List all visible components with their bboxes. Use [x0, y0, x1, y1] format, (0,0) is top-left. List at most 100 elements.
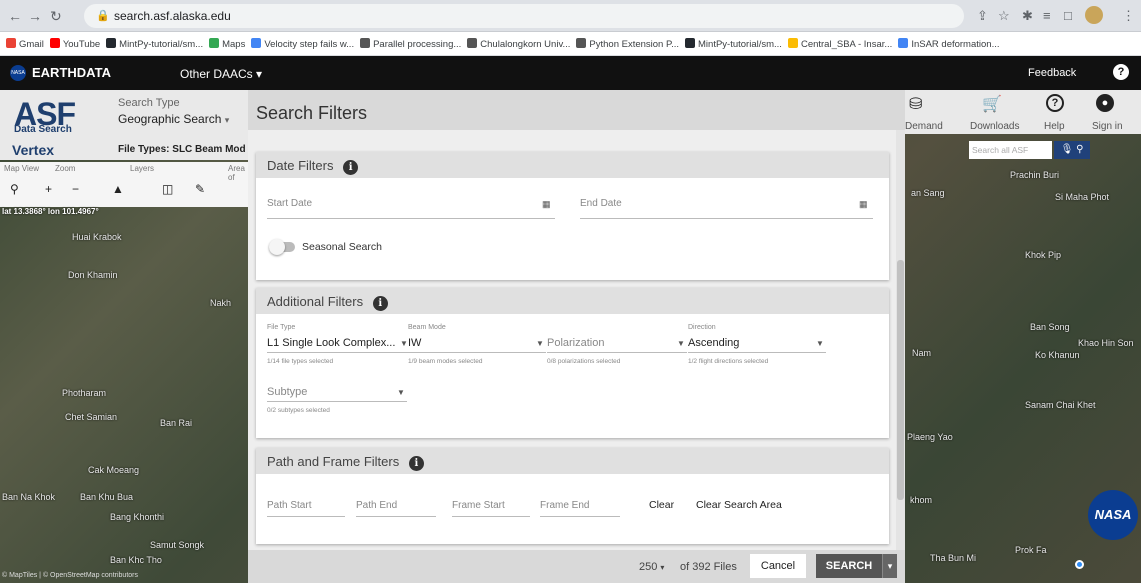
subtype-select[interactable]: Subtype	[267, 386, 307, 398]
profile-avatar[interactable]	[1085, 6, 1103, 24]
address-bar[interactable]: 🔒 search.asf.alaska.edu	[84, 4, 964, 28]
scrollbar-thumb[interactable]	[897, 260, 904, 500]
bookmark-label: YouTube	[62, 39, 101, 50]
polarization-hint: 0/8 polarizations selected	[547, 358, 621, 365]
beam-mode-select[interactable]: IW	[408, 337, 421, 349]
sign-in-label[interactable]: Sign in	[1092, 121, 1123, 132]
search-options-dropdown[interactable]: ▾	[882, 554, 897, 578]
bookmark-icon	[467, 38, 478, 48]
search-type-select[interactable]: Geographic Search ▾	[118, 112, 229, 126]
bookmark-item[interactable]: Python Extension P...	[576, 38, 679, 50]
end-calendar-icon[interactable]: ▦	[859, 199, 868, 210]
bookmark-item[interactable]: YouTube	[49, 38, 101, 50]
date-filters-header[interactable]: Date Filters i	[256, 152, 889, 178]
additional-filters-header[interactable]: Additional Filters i	[256, 288, 889, 314]
polarization-select[interactable]: Polarization	[547, 337, 604, 349]
zoom-in-icon[interactable]: +	[45, 182, 52, 196]
results-count: of 392 Files	[680, 561, 737, 573]
map-place-label: Sanam Chai Khet	[1025, 400, 1096, 410]
bookmark-item[interactable]: Gmail	[6, 38, 44, 50]
bookmark-label: Python Extension P...	[589, 39, 680, 50]
map-place-label: Khok Pip	[1025, 250, 1062, 260]
date-filters-panel: Date Filters i Start Date ▦ End Date ▦ S…	[256, 152, 889, 280]
earthdata-logo[interactable]: EARTHDATA	[32, 65, 111, 80]
help-label[interactable]: Help	[1044, 121, 1065, 132]
menu-icon[interactable]: ⋮	[1122, 8, 1135, 24]
direction-select[interactable]: Ascending	[688, 337, 739, 349]
bookmark-item[interactable]: Maps	[209, 38, 245, 50]
path-end-input[interactable]: Path End	[356, 500, 397, 511]
seasonal-toggle[interactable]	[269, 239, 295, 255]
clear-search-area-button[interactable]: Clear Search Area	[696, 499, 782, 511]
path-start-input[interactable]: Path Start	[267, 500, 311, 511]
map-place-label: Cak Moeang	[88, 465, 140, 475]
bookmark-label: MintPy-tutorial/sm...	[119, 39, 204, 50]
start-date-input[interactable]: Start Date	[267, 198, 312, 209]
on-demand-label[interactable]: Demand	[905, 121, 943, 132]
layers-grid-icon[interactable]: ◫	[162, 182, 173, 196]
extensions-icon[interactable]: ✱	[1022, 8, 1033, 24]
scrollbar-track[interactable]	[896, 130, 905, 550]
browser-toolbar: ← → ↻ 🔒 search.asf.alaska.edu ⇪ ☆ ✱ ≡ □ …	[0, 0, 1141, 32]
zoom-out-icon[interactable]: −	[72, 182, 79, 196]
info-icon[interactable]: i	[372, 296, 388, 311]
url-text: search.asf.alaska.edu	[114, 9, 231, 23]
bookmark-item[interactable]: MintPy-tutorial/sm...	[685, 38, 782, 50]
subtype-hint: 0/2 subtypes selected	[267, 407, 330, 414]
tab-layout-icon[interactable]: □	[1064, 8, 1072, 23]
layers-label: Layers	[130, 164, 155, 173]
layers-terrain-icon[interactable]: ▲	[112, 182, 124, 196]
frame-end-input[interactable]: Frame End	[540, 500, 589, 511]
help-icon[interactable]: ?	[1113, 64, 1129, 80]
file-type-select[interactable]: L1 Single Look Complex...	[267, 337, 395, 349]
area-of-interest-label: Area of	[228, 164, 245, 182]
file-type-underline	[267, 352, 409, 353]
search-all-asf-button[interactable]: 🎙 ⚲	[1054, 141, 1090, 159]
vertex-logo: Vertex	[12, 142, 55, 158]
location-pin-icon[interactable]: ⚲	[10, 182, 19, 196]
share-icon[interactable]: ⇪	[977, 8, 988, 24]
file-types-summary: File Types: SLC Beam Mod	[118, 144, 246, 155]
cancel-button[interactable]: Cancel	[750, 554, 806, 578]
downloads-label[interactable]: Downloads	[970, 121, 1019, 132]
clear-button[interactable]: Clear	[649, 499, 674, 511]
bookmark-icon	[251, 38, 262, 48]
frame-start-input[interactable]: Frame Start	[452, 500, 505, 511]
bookmark-label: Gmail	[19, 39, 44, 50]
forward-icon[interactable]: →	[28, 8, 42, 24]
bookmark-item[interactable]: MintPy-tutorial/sm...	[106, 38, 203, 50]
info-icon[interactable]: i	[408, 456, 424, 471]
search-button[interactable]: SEARCH	[816, 554, 882, 578]
file-type-label: File Type	[267, 324, 296, 331]
map-place-label: Bang Khonthi	[110, 512, 165, 522]
feedback-link[interactable]: Feedback	[1028, 67, 1076, 79]
path-frame-header[interactable]: Path and Frame Filters i	[256, 448, 889, 474]
search-filters-dialog: Search Filters Date Filters i Start Date…	[248, 90, 905, 583]
help-icon[interactable]: ?	[1046, 94, 1064, 112]
bookmark-item[interactable]: InSAR deformation...	[898, 38, 1000, 50]
star-icon[interactable]: ☆	[998, 8, 1010, 24]
end-date-input[interactable]: End Date	[580, 198, 622, 209]
back-icon[interactable]: ←	[8, 8, 22, 24]
chevron-down-icon: ▾	[224, 115, 230, 125]
draw-pencil-icon[interactable]: ✎	[195, 182, 205, 196]
reload-icon[interactable]: ↻	[50, 8, 62, 25]
cart-icon[interactable]: 🛒	[982, 94, 1002, 114]
info-icon[interactable]: i	[343, 160, 359, 175]
map-place-label: Si Maha Phot	[1055, 192, 1110, 202]
bookmark-item[interactable]: Parallel processing...	[360, 38, 461, 50]
on-demand-icon[interactable]: ⛁	[909, 94, 922, 114]
account-icon[interactable]: ●	[1096, 94, 1114, 112]
reading-list-icon[interactable]: ≡	[1043, 8, 1051, 23]
bookmark-label: MintPy-tutorial/sm...	[698, 39, 782, 50]
start-calendar-icon[interactable]: ▦	[542, 199, 551, 210]
bookmark-icon	[685, 38, 696, 48]
bookmark-item[interactable]: Chulalongkorn Univ...	[467, 38, 570, 50]
max-results-select[interactable]: 250 ▾	[639, 561, 664, 573]
beam-mode-label: Beam Mode	[408, 324, 446, 331]
other-daacs-menu[interactable]: Other DAACs ▾	[180, 67, 262, 81]
bookmark-item[interactable]: Central_SBA - Insar...	[787, 38, 892, 50]
bookmark-item[interactable]: Velocity step fails w...	[251, 38, 354, 50]
search-all-asf-input[interactable]: Search all ASF	[969, 141, 1052, 159]
path-end-underline	[356, 516, 436, 517]
